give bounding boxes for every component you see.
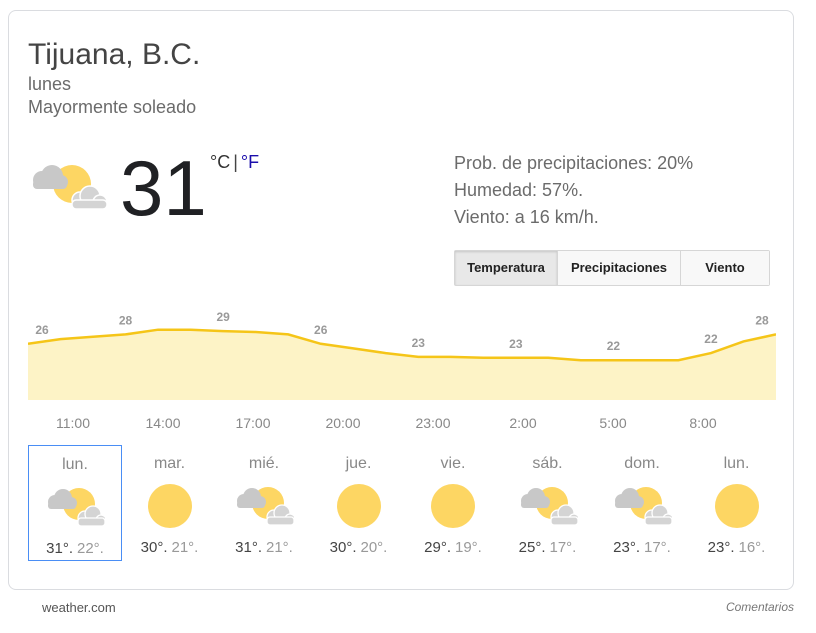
forecast-low: 16°. [738, 539, 766, 556]
temperature-label: 28 [119, 313, 133, 327]
temperature-label: 23 [509, 337, 523, 351]
source-link[interactable]: weather.com [42, 600, 116, 615]
temperature-chart: 26 28 29 26 23 23 22 22 28 [28, 310, 776, 400]
partly-cloudy-icon [615, 487, 672, 526]
forecast-day-name: jue. [345, 455, 372, 472]
current-day: lunes [28, 74, 72, 94]
forecast-temps: 23°. 16°. [690, 539, 784, 556]
forecast-day-name: mar. [153, 455, 186, 472]
forecast-day[interactable]: mié. 31°. 21°. [217, 445, 311, 561]
hour-tick-label: 17:00 [235, 415, 271, 431]
tab-precipitaciones[interactable]: Precipitaciones [557, 251, 680, 285]
forecast-high: 31°. [235, 539, 262, 556]
temperature-label: 23 [412, 336, 426, 350]
temperature-label: 28 [755, 313, 769, 327]
forecast-low: 19°. [455, 539, 482, 556]
forecast-high: 30°. [140, 539, 168, 556]
forecast-high: 29°. [424, 539, 451, 556]
sunny-icon [714, 484, 759, 528]
chart-tabs: Temperatura Precipitaciones Viento [454, 250, 770, 286]
partly-cloudy-icon [237, 487, 294, 526]
temperature-area [28, 329, 776, 400]
fahrenheit-unit[interactable]: °F [241, 152, 259, 172]
tab-temperatura[interactable]: Temperatura [455, 251, 557, 285]
forecast-temps: 31°. 22°. [29, 540, 121, 557]
sunny-icon [336, 484, 381, 528]
forecast-day[interactable]: lun. 31°. 22°. [28, 445, 122, 561]
forecast-temps: 30°. 21°. [123, 539, 217, 556]
forecast-day[interactable]: mar. 30°. 21°. [123, 445, 217, 561]
temperature-label: 22 [704, 332, 718, 346]
celsius-unit[interactable]: °C [210, 152, 230, 172]
sunny-icon [431, 484, 475, 528]
hour-tick-label: 8:00 [689, 415, 717, 431]
forecast-high: 23°. [707, 539, 735, 556]
daily-forecast: lun. 31°. 22°. mar. 30°. 21°. mié. 31°. 21°. jue.… [28, 445, 784, 563]
hour-tick-label: 2:00 [509, 415, 537, 431]
forecast-day-name: lun. [723, 455, 750, 472]
unit-separator: | [233, 152, 238, 172]
wind-speed: Viento: a 16 km/h. [454, 207, 599, 227]
forecast-day-name: dom. [624, 455, 660, 472]
feedback-link[interactable]: Comentarios [726, 600, 794, 614]
forecast-day-name: sáb. [532, 455, 563, 472]
forecast-low: 17°. [549, 539, 577, 556]
forecast-low: 22°. [77, 540, 104, 557]
humidity: Humedad: 57%. [454, 180, 584, 200]
forecast-temps: 23°. 17°. [595, 539, 689, 556]
forecast-low: 20°. [360, 539, 388, 556]
forecast-high: 25°. [518, 539, 546, 556]
hour-axis: 11:00 14:00 17:00 20:00 23:00 2:00 5:00 8:00 [28, 415, 776, 435]
weather-details: Prob. de precipitaciones: 20% Humedad: 5… [454, 150, 693, 231]
location-title: Tijuana, B.C. [28, 38, 201, 71]
current-condition: Mayormente soleado [28, 97, 197, 117]
hour-tick-label: 5:00 [599, 415, 627, 431]
forecast-day[interactable]: dom. 23°. 17°. [595, 445, 689, 561]
temperature-label: 26 [314, 323, 328, 337]
hour-tick-label: 11:00 [56, 415, 90, 431]
temperature-label: 29 [216, 310, 230, 324]
current-temperature: 31 [120, 144, 207, 232]
forecast-day-name: vie. [440, 455, 466, 472]
tab-viento[interactable]: Viento [680, 251, 769, 285]
partly-cloudy-icon [33, 165, 108, 210]
forecast-temps: 30°. 20°. [312, 539, 406, 556]
precipitation-probability: Prob. de precipitaciones: 20% [454, 153, 694, 173]
forecast-low: 21°. [266, 539, 293, 556]
temperature-label: 22 [607, 339, 621, 353]
forecast-day[interactable]: sáb. 25°. 17°. [501, 445, 595, 561]
partly-cloudy-icon [48, 488, 105, 527]
forecast-day-name: lun. [62, 456, 88, 473]
forecast-temps: 31°. 21°. [217, 539, 311, 556]
hour-tick-label: 20:00 [325, 415, 361, 431]
forecast-temps: 25°. 17°. [501, 539, 595, 556]
forecast-temps: 29°. 19°. [406, 539, 500, 556]
forecast-low: 17°. [644, 539, 671, 556]
forecast-day[interactable]: jue. 30°. 20°. [312, 445, 406, 561]
hour-tick-label: 23:00 [415, 415, 451, 431]
temperature-label: 26 [35, 323, 49, 337]
forecast-day[interactable]: vie. 29°. 19°. [406, 445, 500, 561]
partly-cloudy-icon [520, 487, 578, 526]
unit-toggle: °C | °F [210, 152, 259, 173]
forecast-high: 23°. [613, 539, 640, 556]
forecast-high: 31°. [46, 540, 73, 557]
forecast-day-name: mié. [248, 455, 280, 472]
forecast-low: 21°. [171, 539, 199, 556]
forecast-day[interactable]: lun. 23°. 16°. [690, 445, 784, 561]
hour-tick-label: 14:00 [145, 415, 181, 431]
sunny-icon [147, 484, 192, 528]
forecast-high: 30°. [329, 539, 357, 556]
